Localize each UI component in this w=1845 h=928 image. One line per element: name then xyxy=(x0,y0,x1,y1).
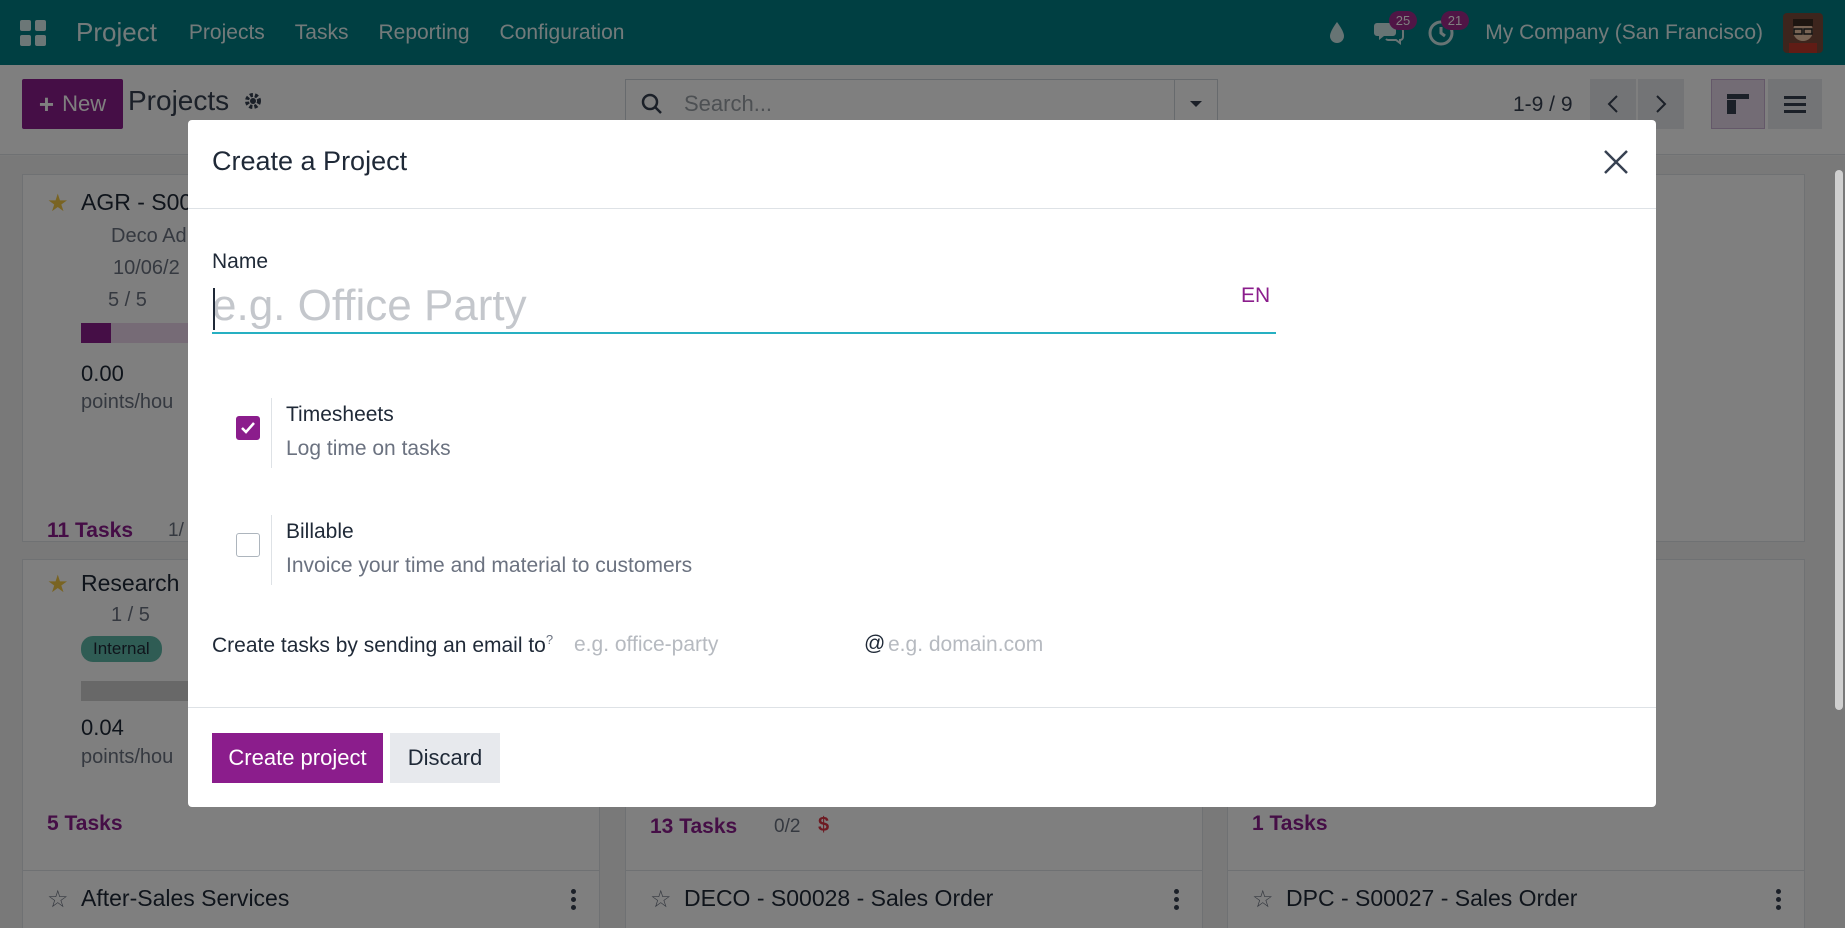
billable-option: Billable Invoice your time and material … xyxy=(236,515,1136,585)
help-tooltip-icon[interactable]: ? xyxy=(546,632,553,647)
billable-checkbox[interactable] xyxy=(236,533,260,557)
language-button[interactable]: EN xyxy=(1241,284,1270,308)
dialog-footer: Create project Discard xyxy=(188,707,1656,807)
billable-label: Billable xyxy=(286,520,354,543)
create-project-dialog: Create a Project Name EN Timesheets Log … xyxy=(188,120,1656,807)
dialog-title: Create a Project xyxy=(212,146,408,176)
dialog-header: Create a Project xyxy=(188,120,1656,209)
timesheets-description: Log time on tasks xyxy=(286,437,451,460)
alias-input[interactable] xyxy=(574,630,846,660)
close-icon[interactable] xyxy=(1600,146,1632,178)
name-input[interactable] xyxy=(212,280,1276,334)
timesheets-label: Timesheets xyxy=(286,403,394,426)
check-icon xyxy=(241,422,255,434)
timesheets-option: Timesheets Log time on tasks xyxy=(236,398,1136,468)
text-caret xyxy=(213,288,215,330)
scrollbar[interactable] xyxy=(1835,170,1843,710)
timesheets-checkbox[interactable] xyxy=(236,416,260,440)
billable-description: Invoice your time and material to custom… xyxy=(286,554,693,577)
email-label-text: Create tasks by sending an email to xyxy=(212,634,546,657)
email-alias-label: Create tasks by sending an email to? xyxy=(212,632,553,658)
name-label: Name xyxy=(212,250,269,273)
discard-button[interactable]: Discard xyxy=(390,733,500,783)
at-sign: @ xyxy=(864,632,886,655)
create-project-button[interactable]: Create project xyxy=(212,733,383,783)
option-divider xyxy=(271,515,272,585)
option-divider xyxy=(271,398,272,468)
domain-input[interactable] xyxy=(888,630,1188,660)
